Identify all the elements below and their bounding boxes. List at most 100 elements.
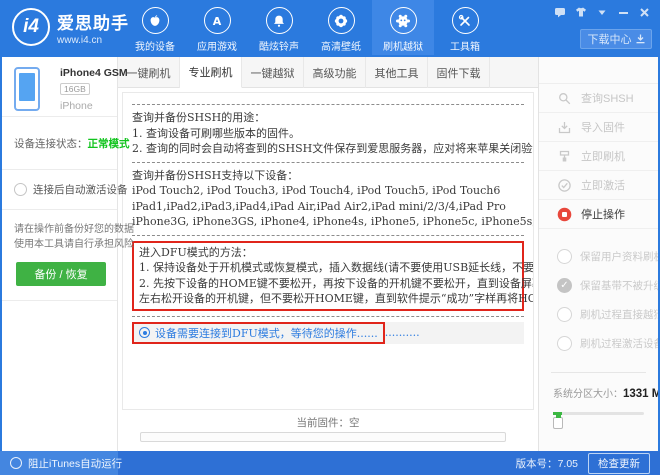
nav-item-apps-games[interactable]: A 应用游戏 [186, 0, 248, 55]
device-card: iPhone4 GSM 16GB iPhone [2, 57, 117, 117]
shsh-purpose-line2: 2. 查询的同时会自动将查到的SHSH文件保存到爱思服务器，应对将来苹果关闭验证… [132, 141, 524, 157]
tab-other-tools[interactable]: 其他工具 [366, 57, 428, 88]
divider [132, 316, 524, 317]
action-label: 立即刷机 [581, 148, 625, 164]
checkbox[interactable] [557, 307, 572, 322]
main-nav: 我的设备 A 应用游戏 酷炫铃声 [124, 0, 496, 55]
divider [551, 372, 646, 373]
status-dot-icon [139, 327, 150, 338]
app-window: i4 爱思助手 www.i4.cn 我的设备 A [0, 0, 660, 475]
shsh-devices-iphone: iPhone3G, iPhone3GS, iPhone4, iPhone4s, … [132, 214, 524, 230]
download-center-label: 下载中心 [588, 31, 632, 47]
nav-item-flash-jailbreak[interactable]: 刷机越狱 [372, 0, 434, 55]
minimize-icon[interactable] [617, 6, 629, 18]
nav-label: 刷机越狱 [383, 38, 423, 53]
option-jailbreak-during-flash[interactable]: 刷机过程直接越狱 [539, 300, 658, 329]
shsh-devices-ipod: iPod Touch2, iPod Touch3, iPod Touch4, i… [132, 183, 524, 199]
dfu-method-title: 进入DFU模式的方法： [139, 245, 517, 261]
nav-item-my-devices[interactable]: 我的设备 [124, 0, 186, 55]
bell-icon [266, 7, 293, 34]
check-update-button[interactable]: 检查更新 [588, 453, 650, 474]
flash-now-icon [557, 149, 572, 164]
app-logo: i4 爱思助手 www.i4.cn [12, 8, 129, 46]
appstore-icon: A [204, 7, 231, 34]
download-arrow-icon [636, 34, 645, 44]
nav-label: 我的设备 [135, 38, 175, 53]
search-shsh-icon [557, 91, 572, 106]
close-icon[interactable] [638, 6, 650, 18]
auto-activate-radio[interactable] [14, 183, 27, 196]
iphone-icon [14, 67, 40, 111]
tab-pro-flash[interactable]: 专业刷机 [180, 57, 242, 88]
import-firmware-button[interactable]: 导入固件 [539, 113, 658, 142]
dfu-status-annotation: 设备需要连接到DFU模式，等待您的操作...... [132, 322, 385, 344]
nav-item-ringtones[interactable]: 酷炫铃声 [248, 0, 310, 55]
app-url: www.i4.cn [57, 35, 129, 46]
actions-sidebar: 查询SHSH 导入固件 立即刷机 立即激活 [538, 57, 658, 451]
flash-now-button[interactable]: 立即刷机 [539, 142, 658, 171]
dfu-method-line1: 1. 保持设备处于开机模式或恢复模式，插入数据线(请不要使用USB延长线，不要插… [139, 260, 517, 276]
current-firmware-label: 当前固件： [297, 417, 350, 429]
tab-firmware-download[interactable]: 固件下载 [428, 57, 490, 88]
checkbox-checked[interactable] [557, 278, 572, 293]
feedback-icon[interactable] [554, 6, 566, 18]
partition-size-slider[interactable] [553, 412, 644, 415]
checkbox[interactable] [557, 249, 572, 264]
auto-activate-option[interactable]: 连接后自动激活设备 [2, 170, 117, 210]
option-label: 保留基带不被升级 [580, 278, 660, 293]
slider-thumb[interactable] [553, 417, 563, 429]
block-itunes-radio[interactable] [10, 457, 22, 469]
partition-size-value: 1331 MB [623, 388, 660, 400]
backup-warning-line1: 请在操作前备份好您的数据 [14, 222, 117, 237]
option-activate-during-flash[interactable]: 刷机过程激活设备 [539, 329, 658, 358]
block-itunes-option[interactable]: 阻止iTunes自动运行 [0, 451, 118, 475]
apple-icon [142, 7, 169, 34]
action-label: 停止操作 [581, 206, 625, 222]
version-text: 版本号：7.05 [516, 456, 578, 471]
nav-item-wallpapers[interactable]: 高清壁纸 [310, 0, 372, 55]
backup-warning-line2: 使用本工具请自行承担风险 [14, 237, 117, 252]
window-controls [554, 6, 650, 18]
theme-skin-icon[interactable] [575, 6, 587, 18]
app-title: 爱思助手 [57, 9, 129, 34]
nav-label: 酷炫铃声 [259, 38, 299, 53]
dfu-method-line2: 2. 先按下设备的HOME键不要松开，再按下设备的开机键不要松开，直到设备屏幕熄… [139, 276, 517, 292]
tab-one-click-jailbreak[interactable]: 一键越狱 [242, 57, 304, 88]
connection-status-row: 设备连接状态：正常模式 [2, 117, 117, 170]
action-label: 立即激活 [581, 177, 625, 193]
dfu-status-text: 设备需要连接到DFU模式，等待您的操作...... [155, 325, 378, 341]
checkbox[interactable] [557, 336, 572, 351]
option-keep-baseband[interactable]: 保留基带不被升级 [539, 271, 658, 300]
main-panel: 一键刷机 专业刷机 一键越狱 高级功能 其他工具 固件下载 查询并备份SHSH的… [118, 57, 538, 451]
menu-caret-icon[interactable] [596, 6, 608, 18]
activate-now-icon [557, 178, 572, 193]
stop-icon [557, 207, 572, 222]
block-itunes-label: 阻止iTunes自动运行 [28, 456, 122, 471]
action-label: 导入固件 [581, 119, 625, 135]
nav-label: 应用游戏 [197, 38, 237, 53]
import-firmware-icon [557, 120, 572, 135]
shsh-devices-ipad: iPad1,iPad2,iPad3,iPad4,iPad Air,iPad Ai… [132, 199, 524, 215]
current-firmware-row: 当前固件：空 [118, 415, 538, 430]
device-name: iPhone4 GSM [60, 67, 117, 79]
stop-operation-button[interactable]: 停止操作 [539, 200, 658, 229]
tab-advanced-functions[interactable]: 高级功能 [304, 57, 366, 88]
dfu-method-line3: 左右松开设备的开机键，但不要松开HOME键，直到软件提示“成功”字样再将HOME… [139, 291, 517, 307]
activate-now-button[interactable]: 立即激活 [539, 171, 658, 200]
query-shsh-button[interactable]: 查询SHSH [539, 84, 658, 113]
shsh-purpose-line1: 1. 查询设备可刷哪些版本的固件。 [132, 126, 524, 142]
jailbreak-icon [390, 7, 417, 34]
option-keep-user-data[interactable]: 保留用户资料刷机 [539, 242, 658, 271]
instruction-log[interactable]: 查询并备份SHSH的用途： 1. 查询设备可刷哪些版本的固件。 2. 查询的同时… [122, 92, 534, 410]
divider [132, 235, 524, 236]
backup-restore-button[interactable]: 备份 / 恢复 [16, 262, 106, 286]
toolbox-icon [452, 7, 479, 34]
divider [132, 162, 524, 163]
flash-options: 保留用户资料刷机 保留基带不被升级 刷机过程直接越狱 刷机过程激活设备 [539, 242, 658, 358]
download-center-button[interactable]: 下载中心 [580, 29, 652, 49]
nav-label: 工具箱 [450, 38, 480, 53]
action-label: 查询SHSH [581, 90, 634, 106]
nav-item-toolbox[interactable]: 工具箱 [434, 0, 496, 55]
dfu-status-bar: 设备需要连接到DFU模式，等待您的操作...... .......... [132, 322, 524, 344]
device-model: iPhone [60, 100, 117, 112]
